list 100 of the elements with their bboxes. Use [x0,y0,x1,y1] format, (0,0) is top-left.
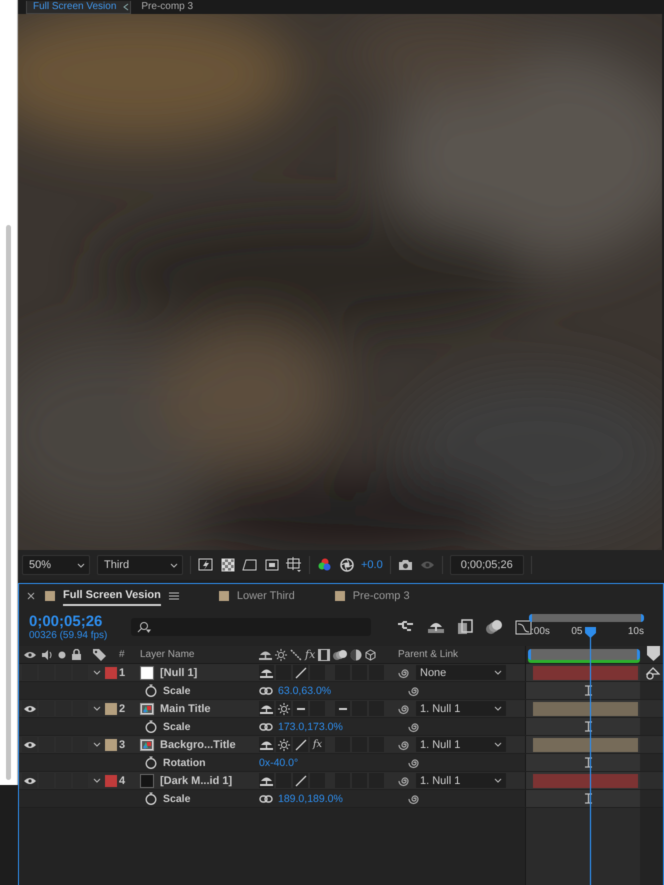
pick-whip-icon[interactable] [398,774,410,786]
stopwatch-icon[interactable] [145,684,157,697]
shy-icon[interactable] [260,666,273,678]
source-swatch [140,774,154,788]
layer-bar[interactable] [533,702,638,716]
stopwatch-icon[interactable] [145,792,157,805]
slash-icon[interactable] [294,666,306,678]
shy-icon[interactable] [260,774,273,786]
eye-icon[interactable] [24,740,36,748]
ruler-label: 05 [571,626,582,637]
caret-icon [494,742,502,747]
pick-whip-icon[interactable] [408,720,420,732]
grid-icon[interactable] [286,557,302,573]
collapse-chevron-icon[interactable] [93,670,101,675]
camera-icon[interactable] [398,559,413,571]
timeline-tab[interactable]: Pre-comp 3 [352,587,410,605]
timeline-tab[interactable]: Full Screen Vesion [63,586,161,606]
current-time[interactable]: 0;00;05;26 [29,613,117,630]
stopwatch-icon[interactable] [145,756,157,769]
label-swatch[interactable] [105,666,117,678]
lock-icon [72,649,81,660]
pick-whip-icon[interactable] [398,702,410,714]
property-value[interactable]: 63.0,63.0% [278,684,332,696]
shy-icon[interactable] [260,702,273,714]
safe-area-icon[interactable] [265,559,279,571]
parent-dropdown[interactable]: 1. Null 1 [416,701,506,716]
search-field[interactable] [131,618,371,636]
property-value[interactable]: 173.0,173.0% [278,720,343,732]
shy-icon[interactable] [260,738,273,750]
magnification-dropdown[interactable]: 50% [22,555,90,575]
ruler-label: :00s [531,626,550,637]
label-swatch[interactable] [105,702,117,714]
composition-flowchart-icon[interactable] [397,620,415,634]
viewer-tab[interactable]: Pre-comp 3 [135,1,200,14]
eye-icon [24,650,36,658]
link-icon[interactable] [259,686,273,694]
pick-whip-icon[interactable] [398,738,410,750]
label-swatch[interactable] [105,774,117,786]
layer-name[interactable]: Backgro...Title [160,738,236,750]
shy-icon[interactable] [427,620,445,634]
property-name: Scale [163,720,190,732]
property-value[interactable]: 0x-40.0° [259,756,298,768]
cube-icon [365,648,376,660]
playhead[interactable] [585,627,596,885]
collapse-chevron-icon[interactable] [93,742,101,747]
eye-icon[interactable] [24,776,36,784]
comp-button-icon[interactable] [646,667,660,680]
scrollbar[interactable] [6,225,11,780]
property-name: Scale [163,792,190,804]
viewer-tab[interactable]: Full Screen Vesion [26,1,132,14]
ruler-label: 10s [628,626,644,637]
layer-name[interactable]: [Null 1] [160,666,198,678]
menu-icon[interactable] [168,592,179,600]
collapse-chevron-icon[interactable] [93,706,101,711]
parent-dropdown[interactable]: None [416,665,506,680]
layer-row[interactable]: 3 Backgro...Title fx 1. Null 1 [19,736,663,754]
exposure-value[interactable]: +0.0 [361,559,383,571]
timeline-tab[interactable]: Lower Third [236,587,295,605]
slash-icon[interactable] [294,774,306,786]
layer-name[interactable]: [Dark M...id 1] [160,774,232,786]
column-header: # [119,649,125,660]
motion-blur-icon[interactable] [485,619,503,635]
keyframe-navigator-icon [585,685,592,696]
resolution-dropdown[interactable]: Third [97,555,183,575]
marker-icon[interactable] [646,646,660,661]
color-channels-icon[interactable] [317,557,333,573]
fast-preview-icon[interactable] [198,558,214,572]
pick-whip-icon[interactable] [408,756,420,768]
property-value[interactable]: 189.0,189.0% [278,792,343,804]
layer-row[interactable]: 2 Main Title 1. Null 1 [19,700,663,718]
sun-icon[interactable] [278,702,290,714]
frame-blending-icon[interactable] [457,619,473,635]
parent-dropdown[interactable]: 1. Null 1 [416,773,506,788]
graph-editor-icon[interactable] [515,619,533,635]
layer-row[interactable]: 4 [Dark M...id 1] 1. Null 1 [19,772,663,790]
slash-icon[interactable] [294,738,306,750]
layer-number: 3 [119,738,126,750]
shy-icon [259,648,272,660]
timecode-field[interactable]: 0;00;05;26 [450,555,524,575]
exposure-icon[interactable] [340,558,354,572]
parent-dropdown[interactable]: 1. Null 1 [416,737,506,752]
dash-icon[interactable] [296,706,304,710]
link-icon[interactable] [259,722,273,730]
stopwatch-icon[interactable] [145,720,157,733]
mask-icon[interactable] [242,558,258,572]
collapse-chevron-icon[interactable] [93,778,101,783]
chevron-icon[interactable] [123,3,130,11]
composition-icon [140,702,154,714]
eye-icon[interactable] [24,704,36,712]
label-swatch[interactable] [105,738,117,750]
close-icon[interactable] [27,592,35,600]
sun-icon[interactable] [278,738,290,750]
link-icon[interactable] [259,794,273,802]
layer-row[interactable]: 1 [Null 1] None [19,664,663,682]
layer-name[interactable]: Main Title [160,702,211,714]
pick-whip-icon[interactable] [408,684,420,696]
dash-icon[interactable] [338,706,346,710]
pick-whip-icon[interactable] [408,792,420,804]
transparency-grid-icon[interactable] [221,558,235,572]
pick-whip-icon[interactable] [398,666,410,678]
